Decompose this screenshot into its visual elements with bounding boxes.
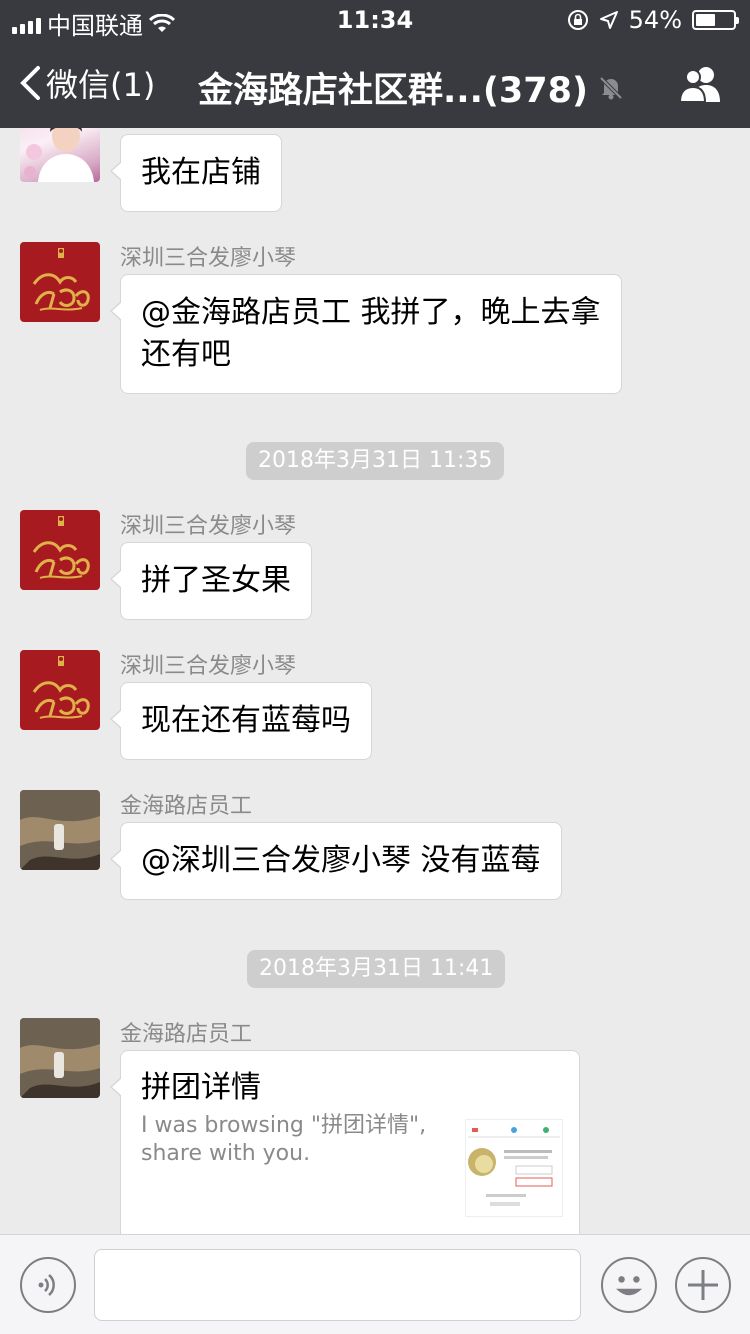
chat-title: 金海路店社区群...(378): [198, 62, 624, 113]
location-arrow-icon: [599, 11, 618, 29]
avatar-image: [32, 516, 90, 579]
battery-percent: 54%: [628, 6, 682, 34]
back-label: 微信(1): [46, 66, 156, 104]
message-bubble[interactable]: @深圳三合发廖小琴 没有蓝莓: [110, 822, 562, 900]
group-members-icon[interactable]: [678, 64, 724, 104]
message-text: @金海路店员工 我拼了，晚上去拿还有吧: [141, 295, 601, 372]
sender-name: 金海路店员工: [120, 794, 253, 819]
message-bubble[interactable]: @金海路店员工 我拼了，晚上去拿还有吧: [110, 274, 622, 394]
avatar[interactable]: [20, 242, 100, 322]
sender-name: 深圳三合发廖小琴: [120, 514, 297, 539]
message-bubble[interactable]: 我在店铺: [110, 134, 282, 212]
message-bubble[interactable]: 现在还有蓝莓吗: [110, 682, 372, 760]
share-card[interactable]: 拼团详情 I was browsing "拼团详情", share with y…: [110, 1050, 580, 1234]
emoji-button[interactable]: [601, 1257, 657, 1313]
avatar-image: [20, 1018, 100, 1098]
chat-title-text: 金海路店社区群...(378): [198, 71, 588, 111]
plus-icon: [688, 1270, 718, 1300]
battery-level: [696, 14, 715, 26]
sender-name: 金海路店员工: [120, 1022, 253, 1047]
status-bar: 中国联通 11:34 54%: [0, 0, 750, 40]
chevron-left-icon: [20, 66, 40, 100]
avatar-image: [32, 248, 90, 311]
status-right: 54%: [567, 6, 739, 34]
bell-muted-icon: [599, 76, 623, 99]
card-description: I was browsing "拼团详情", share with you.: [141, 1113, 427, 1166]
more-button[interactable]: [675, 1257, 731, 1313]
voice-icon: [38, 1274, 55, 1296]
avatar-image: [20, 790, 100, 870]
back-button[interactable]: 微信(1): [18, 60, 155, 106]
avatar[interactable]: [20, 128, 100, 182]
avatar-image: [32, 656, 90, 719]
sender-name: 深圳三合发廖小琴: [120, 246, 297, 271]
avatar[interactable]: [20, 510, 100, 590]
message-text: 我在店铺: [141, 155, 261, 190]
message-text: 现在还有蓝莓吗: [141, 703, 351, 738]
timestamp: 2018年3月31日 11:41: [247, 950, 506, 988]
rotation-lock-icon: [567, 10, 588, 30]
nav-bar: 微信(1) 金海路店社区群...(378): [0, 40, 750, 128]
avatar[interactable]: [20, 650, 100, 730]
message-text: 拼了圣女果: [141, 563, 291, 598]
emoji-icon: [616, 1276, 642, 1296]
timestamp: 2018年3月31日 11:35: [246, 442, 505, 480]
avatar[interactable]: [20, 1018, 100, 1098]
battery-icon: [692, 10, 739, 30]
message-bubble[interactable]: 拼了圣女果: [110, 542, 312, 620]
voice-button[interactable]: [20, 1257, 76, 1313]
sender-name: 深圳三合发廖小琴: [120, 654, 297, 679]
card-thumbnail: [465, 1119, 563, 1217]
input-bar: [0, 1234, 750, 1334]
avatar[interactable]: [20, 790, 100, 870]
message-text: @深圳三合发廖小琴 没有蓝莓: [141, 843, 541, 878]
message-input[interactable]: [94, 1249, 581, 1321]
avatar-image: [24, 128, 94, 182]
thumbnail-image: [468, 1127, 560, 1206]
card-title: 拼团详情: [141, 1070, 261, 1105]
chat-area[interactable]: 我在店铺 深圳三合发廖小琴 @金海路店员工 我拼了，晚上去拿还有吧 2018年3…: [0, 128, 750, 1234]
